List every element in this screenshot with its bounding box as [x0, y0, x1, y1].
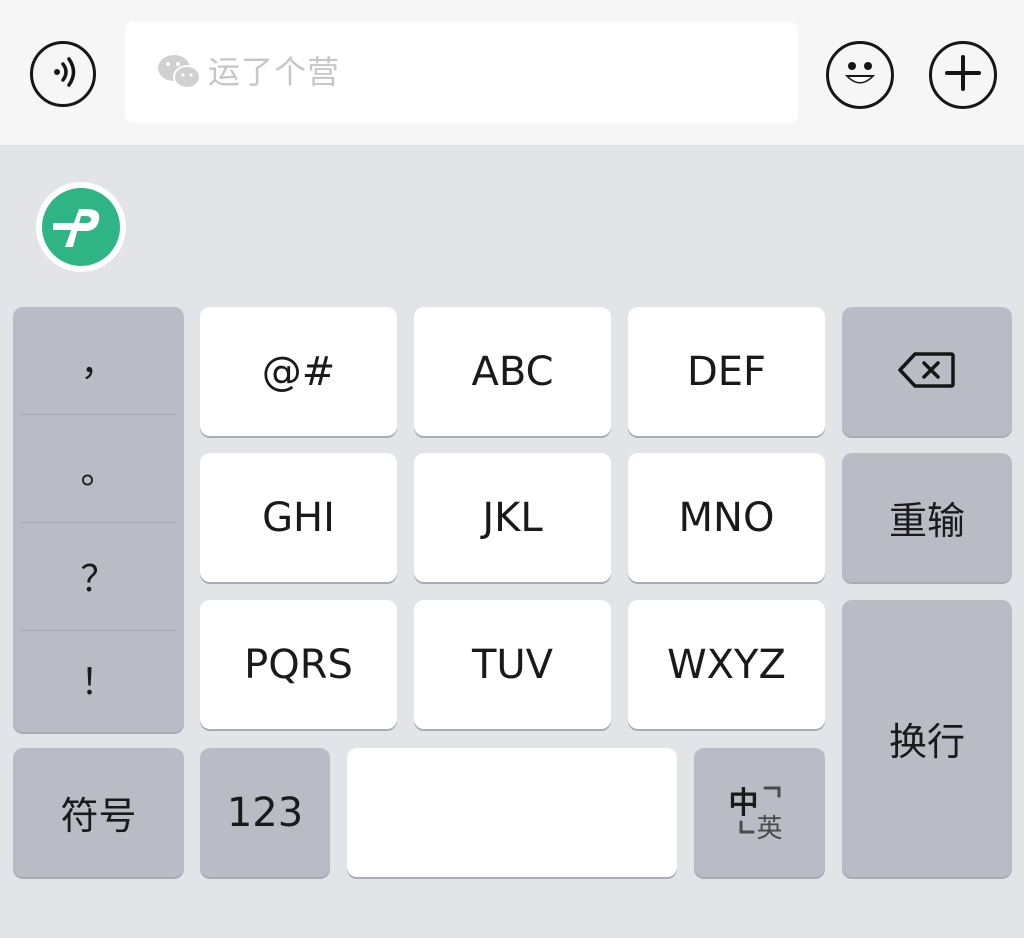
key-label: 重输 — [888, 499, 965, 543]
punct-period-key[interactable]: 。 — [13, 415, 184, 521]
key-tuv[interactable]: TUV — [414, 600, 611, 729]
key-label: 换行 — [888, 720, 965, 764]
newline-key[interactable]: 换行 — [842, 600, 1012, 877]
key-abc[interactable]: ABC — [414, 307, 611, 436]
key-label: GHI — [262, 494, 335, 541]
language-switch-key[interactable]: 中 英 — [694, 748, 825, 877]
key-mno[interactable]: MNO — [628, 453, 825, 582]
key-label: TUV — [471, 641, 554, 688]
key-label: ABC — [471, 348, 554, 395]
emoji-icon — [837, 50, 883, 100]
key-jkl[interactable]: JKL — [414, 453, 611, 582]
key-label: MNO — [678, 494, 775, 541]
key-label: 123 — [226, 789, 304, 836]
numbers-key[interactable]: 123 — [200, 748, 330, 877]
emoji-button[interactable] — [826, 41, 894, 109]
key-label: PQRS — [244, 641, 353, 688]
symbols-key[interactable]: 符号 — [13, 748, 184, 877]
key-symbols-at[interactable]: @# — [200, 307, 397, 436]
key-ghi[interactable]: GHI — [200, 453, 397, 582]
punctuation-column: ， 。 ？ ！ — [13, 307, 184, 732]
key-pqrs[interactable]: PQRS — [200, 600, 397, 729]
key-wxyz[interactable]: WXYZ — [628, 600, 825, 729]
punct-comma-key[interactable]: ， — [13, 307, 184, 413]
backspace-key[interactable] — [842, 307, 1012, 436]
plus-icon — [943, 53, 983, 97]
key-label: JKL — [482, 494, 543, 541]
key-label: 符号 — [60, 794, 137, 838]
chat-input-bar: 运了个营 — [0, 0, 1024, 146]
key-label: @# — [261, 348, 336, 395]
ime-logo-button[interactable] — [36, 182, 126, 272]
backspace-icon — [897, 350, 957, 394]
app-logo-icon — [42, 188, 120, 266]
wechat-icon — [156, 52, 202, 96]
punct-exclaim-key[interactable]: ！ — [13, 626, 184, 732]
key-label: WXYZ — [667, 641, 786, 688]
voice-icon — [43, 52, 83, 96]
punct-question-key[interactable]: ？ — [13, 523, 184, 629]
language-switch-icon: 中 英 — [729, 782, 791, 844]
space-key[interactable] — [347, 748, 677, 877]
key-label: DEF — [686, 348, 767, 395]
input-placeholder: 运了个营 — [208, 53, 341, 91]
reset-key[interactable]: 重输 — [842, 453, 1012, 582]
voice-button[interactable] — [30, 41, 96, 107]
key-def[interactable]: DEF — [628, 307, 825, 436]
add-button[interactable] — [929, 41, 997, 109]
